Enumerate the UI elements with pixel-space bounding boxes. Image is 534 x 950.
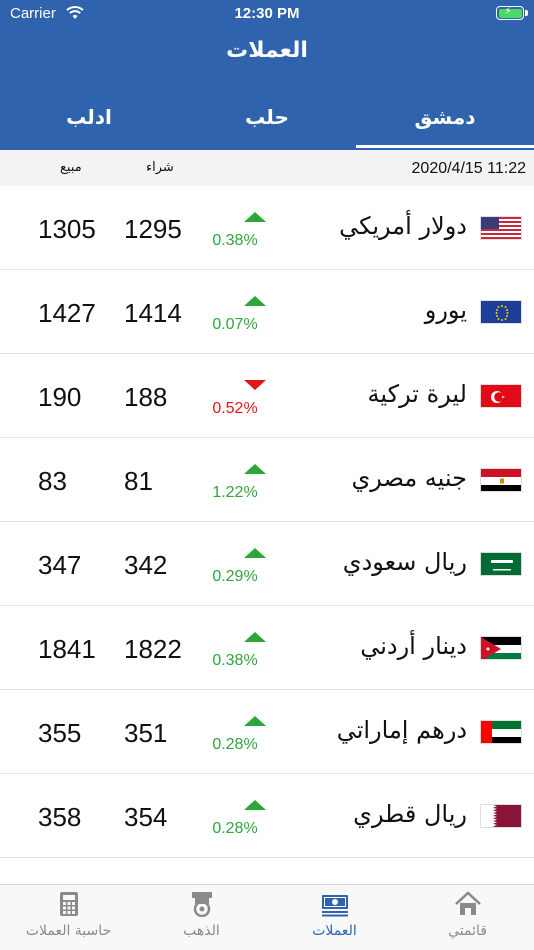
sell-price: 355	[38, 718, 82, 748]
currency-name: دولار أمريكي	[339, 212, 467, 240]
calculator-icon	[59, 892, 78, 916]
buy-price: 1822	[124, 634, 182, 664]
jo-flag-icon	[480, 636, 522, 660]
sell-column-header: مبيع	[60, 160, 82, 175]
bottom-tab-bar: قائمتي العملات الذهب حاسبة العملات	[0, 884, 534, 950]
currency-row[interactable]: ليرة تركية 0.52% 188 190	[0, 354, 534, 438]
buy-price: 354	[124, 802, 168, 832]
currency-row[interactable]: يورو 0.07% 1414 1427	[0, 270, 534, 354]
tab-my-list[interactable]: قائمتي	[401, 885, 534, 950]
eu-flag-icon	[480, 300, 522, 324]
buy-column-header: شراء	[146, 160, 174, 175]
trend-up-icon	[244, 800, 266, 810]
change-percent: 0.52%	[212, 400, 258, 417]
buy-price: 351	[124, 718, 168, 748]
change-percent: 0.28%	[212, 820, 258, 837]
list-subheader: 2020/4/15 11:22 شراء مبيع	[0, 150, 534, 186]
status-bar: Carrier 12:30 PM	[0, 0, 534, 28]
currency-name: ريال قطري	[353, 800, 467, 828]
status-time: 12:30 PM	[234, 5, 300, 22]
gold-icon	[191, 892, 212, 917]
currency-row[interactable]: ريال قطري 0.28% 354 358	[0, 774, 534, 858]
sa-flag-icon	[480, 552, 522, 576]
buy-price: 1295	[124, 214, 182, 244]
currency-row[interactable]: دولار أمريكي 0.38% 1295 1305	[0, 186, 534, 270]
tab-gold[interactable]: الذهب	[135, 885, 268, 950]
change-percent: 0.38%	[212, 232, 258, 249]
sell-price: 1305	[38, 214, 96, 244]
trend-up-icon	[244, 212, 266, 222]
sell-price: 1841	[38, 634, 96, 664]
sell-price: 1427	[38, 298, 96, 328]
trend-up-icon	[244, 296, 266, 306]
currency-name: درهم إماراتي	[336, 716, 467, 744]
change-percent: 0.07%	[212, 316, 258, 333]
buy-price: 342	[124, 550, 168, 580]
tab-idlib[interactable]: ادلب	[0, 96, 178, 150]
sell-price: 347	[38, 550, 82, 580]
trend-up-icon	[244, 632, 266, 642]
battery-icon	[496, 6, 528, 20]
qa-flag-icon	[480, 804, 522, 828]
buy-price: 1414	[124, 298, 182, 328]
sell-price: 83	[38, 466, 67, 496]
page-title: العملات	[226, 38, 308, 63]
currency-list[interactable]: دولار أمريكي 0.38% 1295 1305 يورو 0.07% …	[0, 186, 534, 898]
change-percent: 0.29%	[212, 568, 258, 585]
update-timestamp: 2020/4/15 11:22	[411, 160, 526, 177]
change-percent: 0.28%	[212, 736, 258, 753]
sell-price: 358	[38, 802, 82, 832]
tab-currencies[interactable]: العملات	[268, 885, 401, 950]
currency-row[interactable]: ريال سعودي 0.29% 342 347	[0, 522, 534, 606]
app-header: Carrier 12:30 PM العملات دمشق حلب ادلب	[0, 0, 534, 150]
banknote-icon	[321, 895, 348, 917]
trend-up-icon	[244, 716, 266, 726]
tab-damascus[interactable]: دمشق	[356, 96, 534, 150]
ae-flag-icon	[480, 720, 522, 744]
currency-row[interactable]: جنيه مصري 1.22% 81 83	[0, 438, 534, 522]
eg-flag-icon	[480, 468, 522, 492]
tr-flag-icon	[480, 384, 522, 408]
trend-down-icon	[244, 380, 266, 390]
home-icon	[454, 891, 481, 915]
currency-name: ليرة تركية	[367, 380, 467, 408]
buy-price: 188	[124, 382, 168, 412]
change-percent: 0.38%	[212, 652, 258, 669]
currency-row[interactable]: دينار أردني 0.38% 1822 1841	[0, 606, 534, 690]
trend-up-icon	[244, 548, 266, 558]
sell-price: 190	[38, 382, 82, 412]
us-flag-icon	[480, 216, 522, 240]
currency-name: جنيه مصري	[351, 464, 467, 492]
change-percent: 1.22%	[212, 484, 258, 501]
currency-name: دينار أردني	[360, 632, 467, 660]
buy-price: 81	[124, 466, 153, 496]
tab-aleppo[interactable]: حلب	[178, 96, 356, 150]
tab-currency-calculator[interactable]: حاسبة العملات	[2, 885, 135, 950]
currency-name: يورو	[424, 296, 467, 324]
currency-row[interactable]: درهم إماراتي 0.28% 351 355	[0, 690, 534, 774]
trend-up-icon	[244, 464, 266, 474]
city-tabs: دمشق حلب ادلب	[0, 96, 534, 150]
currency-name: ريال سعودي	[342, 548, 467, 576]
